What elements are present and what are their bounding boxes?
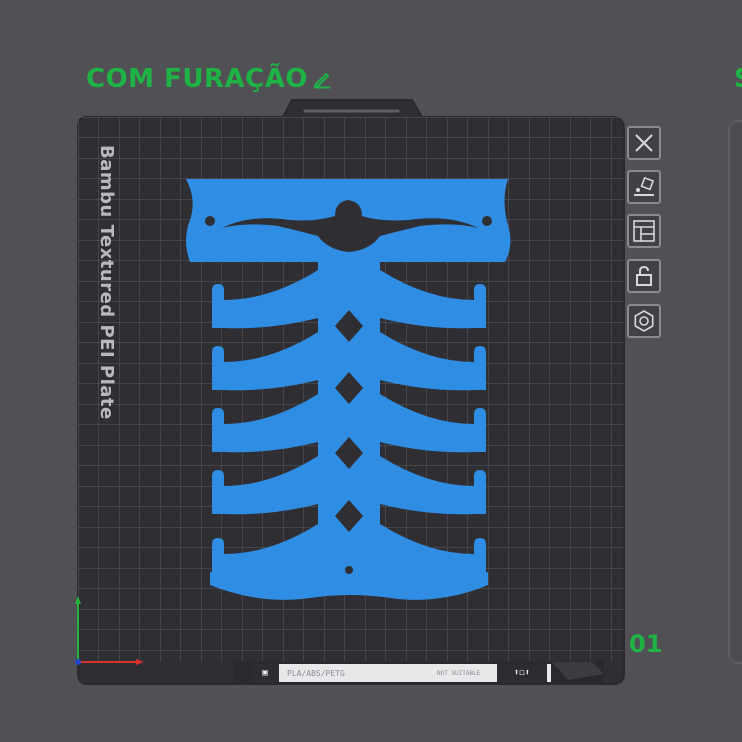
- plate-number: 01: [629, 630, 663, 658]
- filament-strip: ▣ PLA/ABS/PETG NOT SUITABLE ⬆◻⬆: [251, 664, 551, 682]
- auto-orient-button[interactable]: [627, 170, 661, 204]
- filament-types: PLA/ABS/PETG: [287, 668, 345, 678]
- close-plate-button[interactable]: [627, 126, 661, 160]
- arrange-button[interactable]: [627, 214, 661, 248]
- nozzle-icons: ⬆◻⬆: [497, 664, 547, 682]
- close-icon: [635, 134, 653, 152]
- plate-type-icon: ▣: [251, 664, 279, 682]
- auto-orient-icon: [634, 176, 655, 196]
- plate-texture-label: Bambu Textured PEI Plate: [96, 145, 117, 420]
- lock-plate-button[interactable]: [627, 259, 661, 293]
- lock-icon: [636, 265, 652, 286]
- filament-note: NOT SUITABLE: [437, 669, 481, 677]
- arrange-icon: [633, 220, 655, 242]
- plate-settings-button[interactable]: [627, 304, 661, 338]
- gear-icon: [634, 310, 654, 332]
